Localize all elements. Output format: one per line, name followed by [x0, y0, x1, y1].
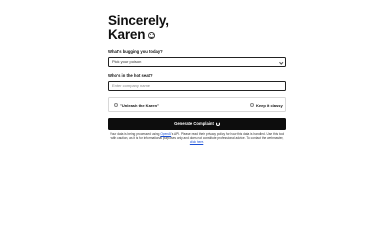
title-line-2-wrapper: Karen	[108, 28, 286, 42]
company-name-input[interactable]: Enter company name	[108, 81, 286, 91]
title-line-2: Karen	[108, 27, 146, 42]
disclaimer-suffix: .	[203, 139, 205, 144]
topic-select-value: Pick your poison	[112, 59, 142, 64]
contact-link[interactable]: click here	[190, 140, 203, 144]
smile-face-icon	[148, 32, 156, 39]
chevron-down-icon	[279, 60, 284, 64]
spinner-icon	[215, 121, 220, 126]
radio-unleash-karen[interactable]	[114, 103, 118, 108]
radio-keep-classy[interactable]	[250, 103, 254, 108]
generate-complaint-button[interactable]: Generate Complaint	[108, 118, 286, 130]
topic-label: What's bugging you today?	[108, 49, 163, 54]
radio-unleash-karen-label[interactable]: "Unleash the Karen"	[120, 103, 159, 108]
page-title: Sincerely, Karen	[108, 14, 286, 42]
radio-keep-classy-label[interactable]: Keep it classy	[256, 103, 283, 108]
complaint-form: Sincerely, Karen What's bugging you toda…	[108, 14, 286, 145]
topic-select[interactable]: Pick your poison	[108, 57, 286, 67]
company-name-placeholder: Enter company name	[112, 83, 151, 88]
target-label: Who's in the hot seat?	[108, 73, 153, 78]
title-line-1: Sincerely,	[108, 13, 169, 28]
tone-selector: "Unleash the Karen" Keep it classy	[108, 97, 286, 112]
privacy-disclaimer: Your data is being processed using OpenA…	[108, 132, 286, 145]
generate-complaint-label: Generate Complaint	[174, 121, 214, 126]
